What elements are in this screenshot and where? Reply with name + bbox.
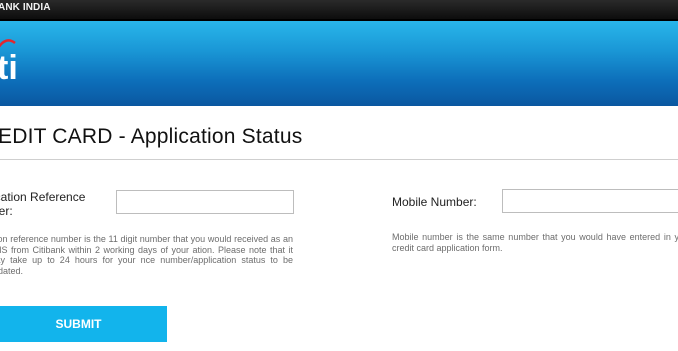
reference-number-label: ication Reference ber: [0,190,86,218]
mobile-number-help: Mobile number is the same number that yo… [392,232,678,253]
reference-number-help: ation reference number is the 11 digit n… [0,234,293,276]
title-divider [0,159,678,160]
submit-button[interactable]: SUBMIT [0,306,167,342]
citi-logo[interactable]: ti [0,51,18,85]
citi-arc-logo-icon [0,39,16,48]
mobile-number-input[interactable] [502,189,678,213]
bank-name-text: ANK INDIA [0,2,51,13]
header-banner: ti [0,21,678,106]
page-title: EDIT CARD - Application Status [0,125,303,148]
reference-number-input[interactable] [116,190,294,214]
top-bar: ANK INDIA [0,0,678,21]
mobile-number-label: Mobile Number: [392,195,477,209]
